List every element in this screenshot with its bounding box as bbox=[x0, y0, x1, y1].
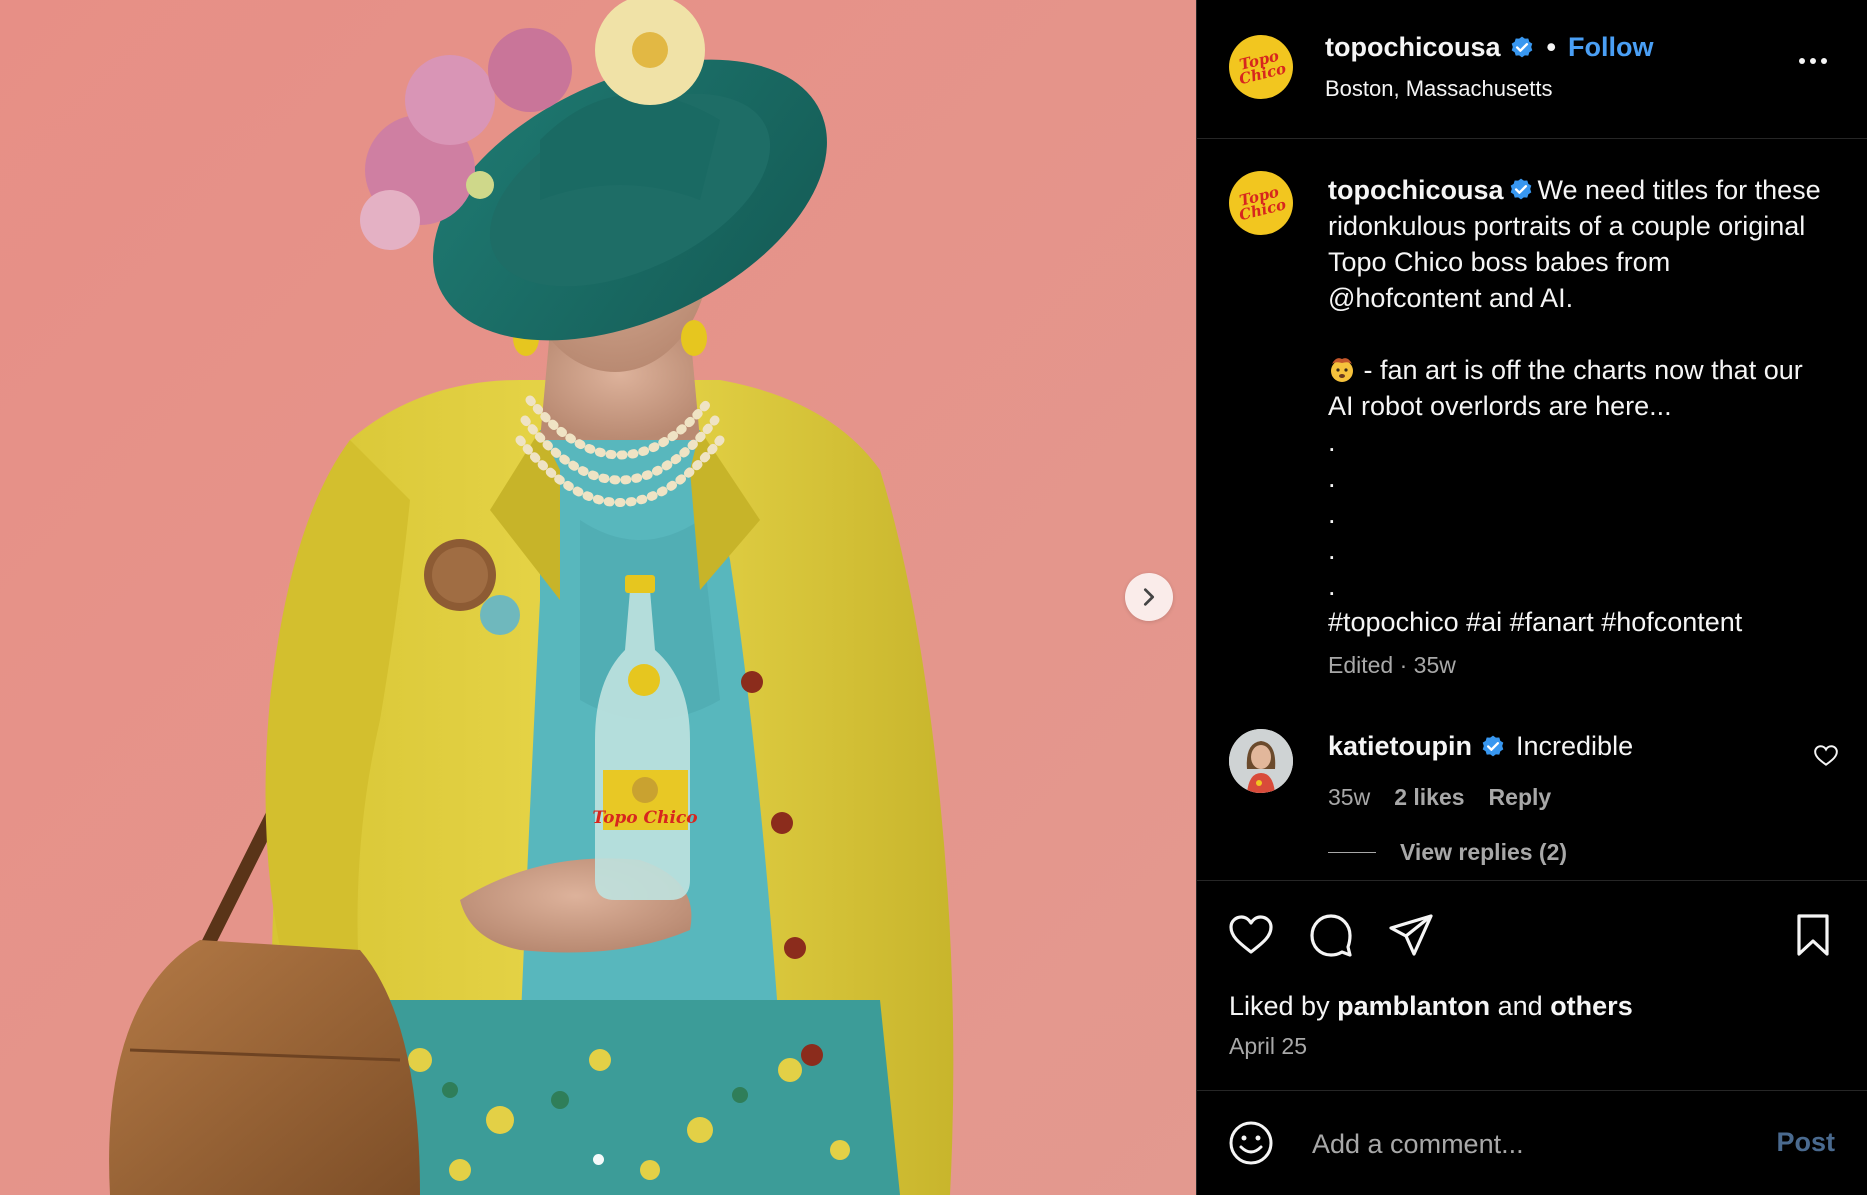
liked-by-prefix: Liked by bbox=[1229, 991, 1330, 1021]
comment-body: Incredible bbox=[1516, 731, 1634, 761]
post-media[interactable]: Topo Chico bbox=[0, 0, 1196, 1195]
caption-dot-line: . bbox=[1328, 463, 1336, 493]
caption-author-avatar[interactable]: Topo Chico bbox=[1229, 171, 1293, 235]
caption-hashtags[interactable]: #topochico #ai #fanart #hofcontent bbox=[1328, 604, 1828, 640]
emoji-smiley-icon[interactable] bbox=[1227, 1119, 1275, 1167]
author-username[interactable]: topochicousa bbox=[1325, 32, 1501, 63]
chevron-right-icon bbox=[1143, 588, 1155, 606]
post-caption: topochicousa We need titles for these ri… bbox=[1328, 172, 1828, 640]
verified-badge-icon bbox=[1508, 177, 1534, 203]
instagram-post-view: Topo Chico Topo Chico topochicousa • Fol… bbox=[0, 0, 1867, 1195]
liked-by-summary: Liked by pamblanton and others bbox=[1229, 991, 1633, 1022]
comment-like-heart-icon[interactable] bbox=[1813, 743, 1839, 769]
carousel-indicator bbox=[0, 1154, 1196, 1165]
post-actions: Liked by pamblanton and others April 25 bbox=[1197, 880, 1867, 1091]
caption-username[interactable]: topochicousa bbox=[1328, 175, 1504, 205]
post-side-panel: Topo Chico topochicousa • Follow Boston,… bbox=[1196, 0, 1867, 1195]
more-options-icon[interactable] bbox=[1799, 58, 1827, 64]
author-avatar[interactable]: Topo Chico bbox=[1229, 35, 1293, 99]
add-comment-bar: Post bbox=[1197, 1090, 1867, 1195]
comment-bubble-icon[interactable] bbox=[1307, 911, 1355, 959]
post-date: April 25 bbox=[1229, 1033, 1307, 1059]
commenter-username[interactable]: katietoupin bbox=[1328, 731, 1472, 762]
comment-text-row: katietoupin Incredible bbox=[1328, 731, 1633, 762]
post-location[interactable]: Boston, Massachusetts bbox=[1325, 76, 1552, 102]
post-image: Topo Chico bbox=[0, 0, 1196, 1195]
liked-by-and: and bbox=[1497, 991, 1543, 1021]
post-header: Topo Chico topochicousa • Follow Boston,… bbox=[1197, 0, 1867, 139]
liked-by-user[interactable]: pamblanton bbox=[1337, 991, 1490, 1021]
topo-chico-logo: Topo Chico bbox=[1234, 183, 1288, 225]
view-replies-button[interactable]: View replies (2) bbox=[1328, 839, 1567, 866]
caption-dot-line: . bbox=[1328, 427, 1336, 457]
comment-likes[interactable]: 2 likes bbox=[1394, 784, 1464, 811]
save-bookmark-icon[interactable] bbox=[1789, 911, 1837, 959]
commenter-avatar[interactable] bbox=[1229, 729, 1293, 793]
follow-button[interactable]: Follow bbox=[1568, 32, 1653, 63]
bottle-label: Topo Chico bbox=[592, 808, 697, 828]
next-image-button[interactable] bbox=[1125, 573, 1173, 621]
verified-badge-icon bbox=[1509, 35, 1535, 61]
replies-divider-line bbox=[1328, 852, 1376, 853]
action-icons-row bbox=[1227, 911, 1435, 959]
comment-meta: 35w 2 likes Reply bbox=[1328, 784, 1551, 811]
mind-blown-emoji-icon bbox=[1328, 355, 1356, 383]
comment-time: 35w bbox=[1328, 784, 1371, 810]
caption-dot-line: . bbox=[1328, 535, 1336, 565]
like-heart-icon[interactable] bbox=[1227, 911, 1275, 959]
caption-dot-line: . bbox=[1328, 499, 1336, 529]
header-user-row: topochicousa • Follow bbox=[1325, 32, 1653, 63]
topo-chico-logo: Topo Chico bbox=[1234, 47, 1288, 89]
separator-dot: • bbox=[1546, 32, 1556, 62]
post-comment-button[interactable]: Post bbox=[1776, 1127, 1835, 1158]
comments-scroll-area[interactable]: Topo Chico topochicousa We need titles f… bbox=[1197, 139, 1867, 880]
liked-by-others[interactable]: others bbox=[1550, 991, 1633, 1021]
caption-text-2: - fan art is off the charts now that our… bbox=[1328, 355, 1803, 421]
carousel-dot-active bbox=[592, 1154, 604, 1165]
reply-button[interactable]: Reply bbox=[1489, 784, 1552, 811]
caption-dot-line: . bbox=[1328, 571, 1336, 601]
comment-input-field[interactable] bbox=[1310, 1121, 1754, 1167]
caption-meta: Edited · 35w bbox=[1328, 652, 1456, 678]
verified-badge-icon bbox=[1480, 734, 1506, 760]
share-paper-plane-icon[interactable] bbox=[1387, 911, 1435, 959]
view-replies-label: View replies (2) bbox=[1400, 839, 1568, 865]
